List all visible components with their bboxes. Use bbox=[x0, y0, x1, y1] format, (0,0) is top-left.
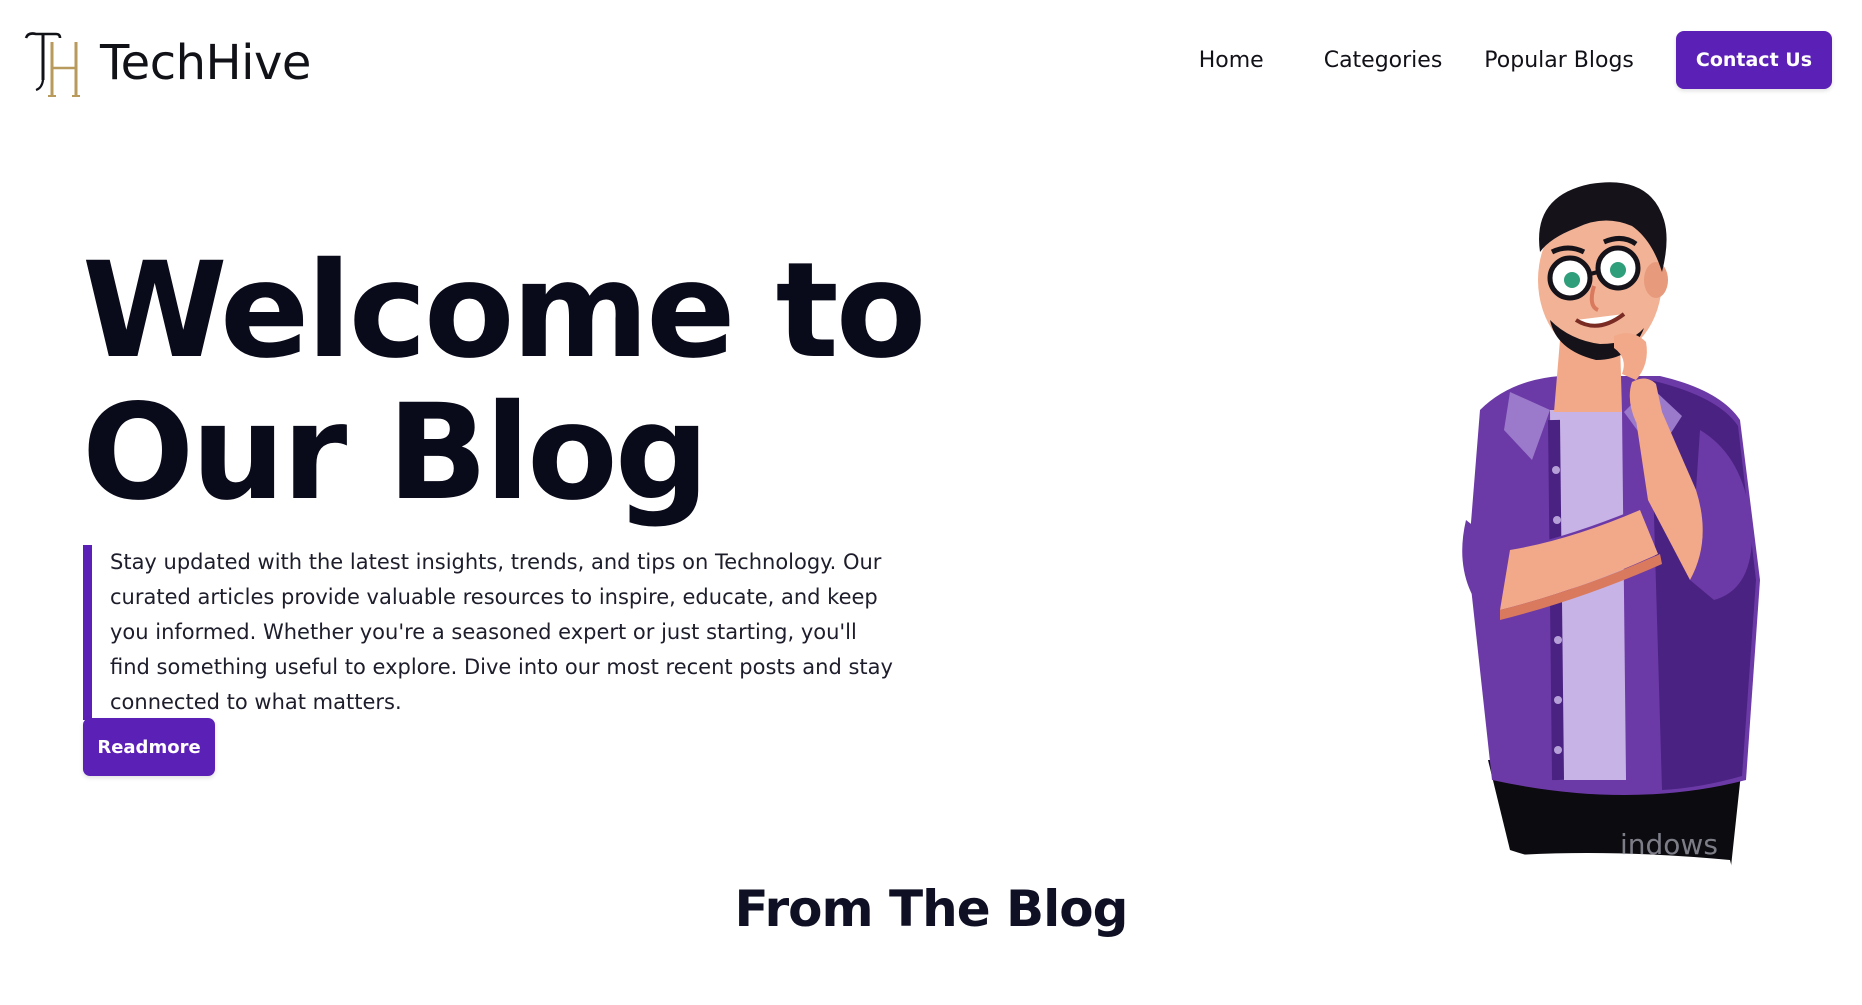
hero-title-line-2: Our Blog bbox=[82, 376, 709, 530]
main-nav: Home Categories Popular Blogs Contact Us bbox=[1199, 30, 1832, 90]
hero-description: Stay updated with the latest insights, t… bbox=[110, 550, 893, 714]
thinking-man-illustration bbox=[1460, 182, 1760, 900]
hero-title-line-1: Welcome to bbox=[82, 234, 926, 388]
hero-title: Welcome to Our Blog bbox=[82, 234, 926, 530]
th-monogram-icon bbox=[24, 32, 80, 97]
page: TechHive Home Categories Popular Blogs C… bbox=[0, 0, 1862, 1005]
nav-home-link[interactable]: Home bbox=[1199, 48, 1264, 73]
section-title-from-the-blog: From The Blog bbox=[734, 880, 1129, 938]
brand-logo[interactable]: TechHive bbox=[22, 28, 311, 98]
nav-popular-blogs-link[interactable]: Popular Blogs bbox=[1484, 48, 1634, 73]
hero-description-block: Stay updated with the latest insights, t… bbox=[83, 545, 903, 720]
contact-us-button[interactable]: Contact Us bbox=[1675, 31, 1832, 89]
brand-name: TechHive bbox=[100, 35, 311, 91]
readmore-button[interactable]: Readmore bbox=[83, 718, 215, 776]
os-watermark-text: indows bbox=[1620, 828, 1718, 861]
nav-categories-link[interactable]: Categories bbox=[1324, 48, 1443, 73]
